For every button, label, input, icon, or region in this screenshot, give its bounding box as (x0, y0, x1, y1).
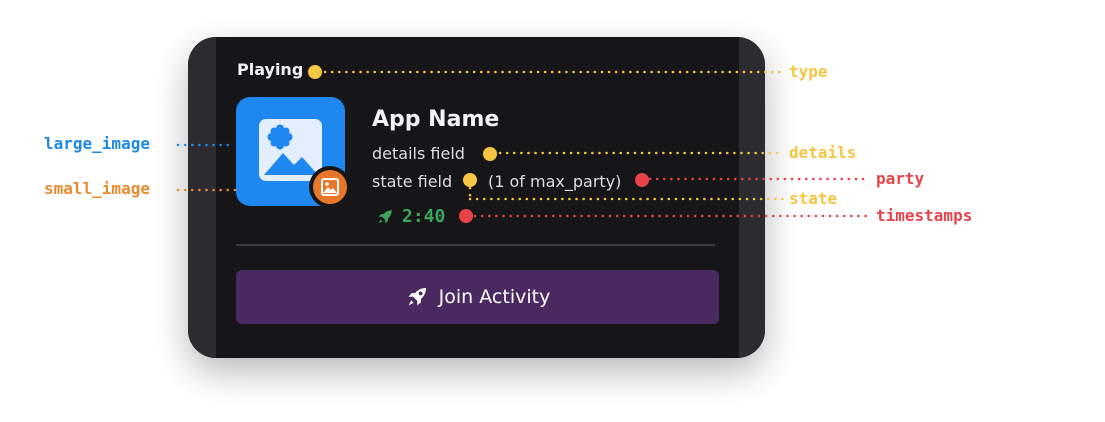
join-activity-button[interactable]: Join Activity (236, 270, 719, 324)
annotation-type: type (789, 62, 828, 81)
elapsed-time: 2:40 (402, 206, 446, 227)
state-marker (463, 173, 477, 187)
timestamps-marker (459, 209, 473, 223)
app-name: App Name (372, 107, 500, 132)
card-left-edge (188, 37, 216, 358)
annotation-details: details (789, 143, 857, 162)
party-marker (635, 173, 649, 187)
type-marker (308, 65, 322, 79)
activity-type-label: Playing (237, 60, 304, 79)
annotation-timestamps: timestamps (876, 206, 973, 225)
state-field: state field (372, 172, 453, 191)
details-marker (483, 147, 497, 161)
annotation-party: party (876, 169, 925, 188)
card-divider (236, 244, 715, 246)
image-icon (321, 178, 339, 196)
small-image (309, 166, 351, 208)
annotation-large-image: large_image (44, 134, 150, 153)
join-activity-label: Join Activity (438, 286, 551, 308)
party-field: (1 of max_party) (488, 172, 622, 191)
timestamp-row: 2:40 (376, 206, 445, 227)
annotation-small-image: small_image (44, 179, 150, 198)
annotation-state: state (789, 189, 838, 208)
rocket-icon (378, 209, 392, 223)
details-field: details field (372, 144, 465, 163)
card-right-edge (739, 37, 765, 358)
small-image-badge (313, 170, 347, 204)
rocket-icon (408, 288, 426, 306)
